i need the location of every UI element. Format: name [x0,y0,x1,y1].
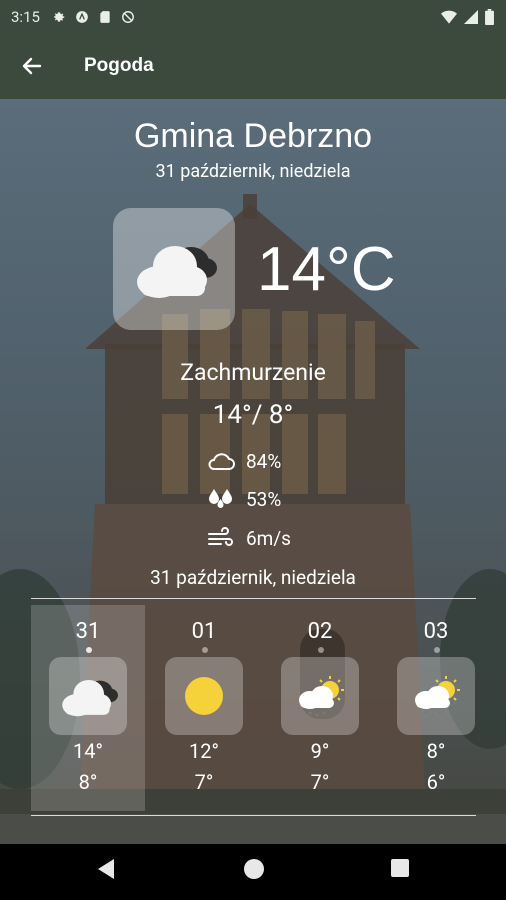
city-name: Gmina Debrzno [133,117,373,155]
forecast-high: 9° [310,739,330,763]
status-bar: 3:15 [0,0,506,33]
current-date: 31 październik, niedziela [155,161,351,182]
status-time: 3:15 [11,7,40,26]
drops-icon [209,489,232,508]
forecast-icon-box [397,657,475,735]
cloudy-icon [62,679,118,717]
battery-icon [485,8,494,25]
cloudiness-value: 84% [246,449,282,473]
screen: { "status_bar": { "time": "3:15", "icons… [0,0,506,900]
forecast-day[interactable]: 03 8° 6° [379,605,493,811]
cloud-outline-icon [208,453,235,470]
forecast-day-number: 03 [423,619,449,644]
wind-icon [208,527,233,546]
sun-cloud-rain-icon [299,676,344,717]
cloudy-icon [137,246,217,298]
sd-card-icon [100,10,110,23]
settings-icon [53,11,65,22]
app-bar: Pogoda [0,33,506,99]
forecast-icon-box [281,657,359,735]
cloudiness-row: 84% [206,449,281,473]
divider-bottom [31,815,476,816]
wind-value: 6m/s [246,526,291,550]
forecast-day[interactable]: 01 12° 7° [147,605,261,811]
app-title: Pogoda [84,55,154,76]
signal-icon [464,9,478,24]
forecast-icon-box [165,657,243,735]
forecast-day-number: 01 [191,619,217,644]
navigation-bar [0,844,506,900]
current-weather: 14°C [113,208,396,330]
forecast-low: 8° [78,770,98,794]
forecast-low: 7° [194,770,214,794]
forecast-day-number: 02 [307,619,333,644]
selected-indicator [86,647,92,653]
app-icon [76,10,88,23]
back-triangle-icon[interactable] [96,858,116,880]
min-max-temperature: 14°/ 8° [212,400,294,430]
day-indicator [202,647,208,653]
wind-row: 6m/s [206,526,291,550]
current-temperature: 14°C [257,234,396,304]
forecast-low: 7° [310,770,330,794]
wifi-icon [441,10,457,24]
forecast-high: 12° [189,739,219,763]
humidity-row: 53% [206,487,281,511]
forecast-high: 14° [73,739,103,763]
selected-date: 31 październik, niedziela [150,566,356,589]
forecast-day-number: 31 [75,619,101,644]
day-indicator [434,647,440,653]
forecast-high: 8° [426,739,446,763]
current-icon-box [113,208,235,330]
divider-top [31,598,476,599]
weather-content: Gmina Debrzno 31 październik, niedziela … [0,99,506,844]
recents-square-icon[interactable] [390,858,410,878]
sun-icon [185,677,223,715]
home-circle-icon[interactable] [243,858,265,880]
forecast-day[interactable]: 31 14° 8° [31,605,145,811]
day-indicator [318,647,324,653]
condition-text: Zachmurzenie [180,359,326,386]
forecast-icon-box [49,657,127,735]
forecast-low: 6° [426,770,446,794]
blocked-icon [121,10,134,23]
humidity-value: 53% [246,487,282,511]
forecast-day[interactable]: 02 9° 7° [263,605,377,811]
forecast-strip: 31 14° 8° 01 12° 7° 02 9° 7° 03 8° 6° [31,605,491,811]
arrow-back-icon[interactable] [20,54,44,78]
sun-cloud-rain-icon [415,676,460,717]
